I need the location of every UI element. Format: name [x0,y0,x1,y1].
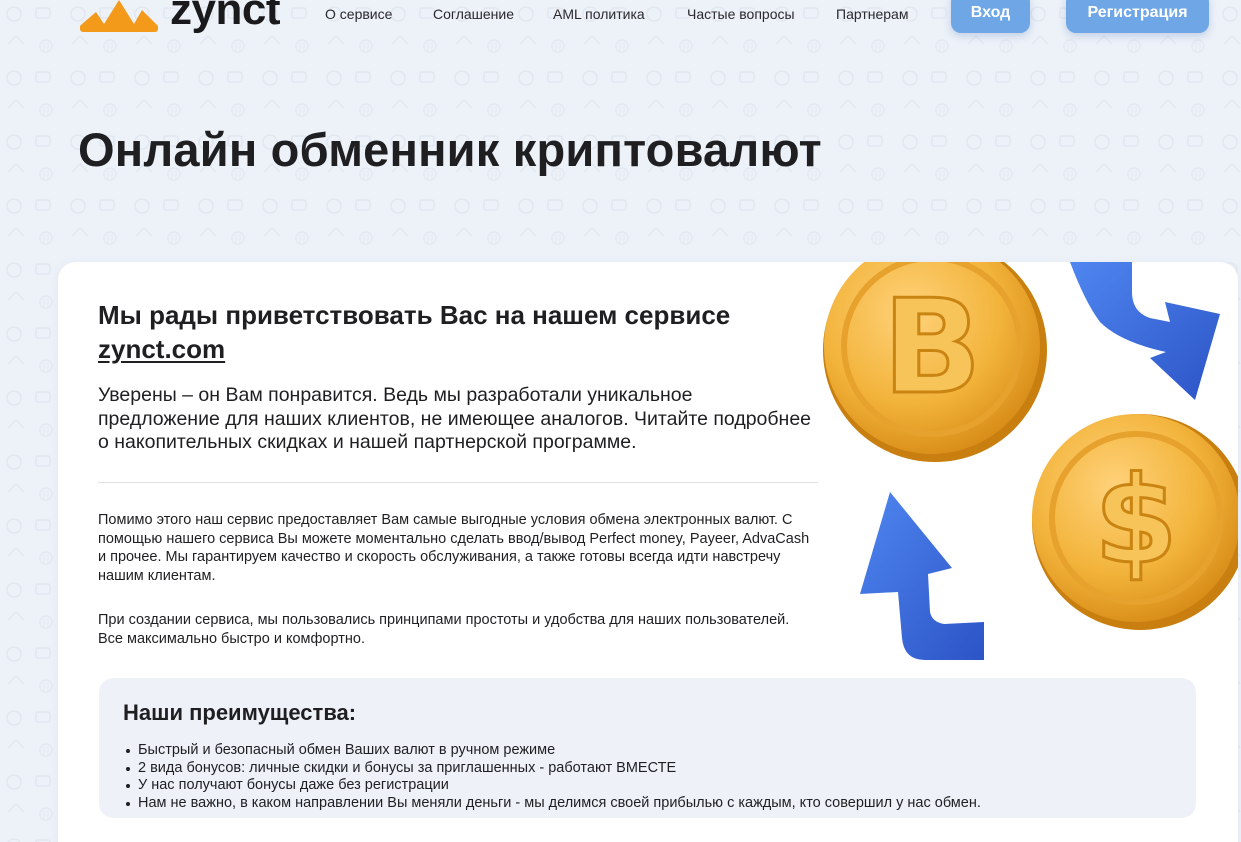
logo-icon [80,0,158,32]
nav-faq[interactable]: Частые вопросы [687,6,795,22]
list-item: Нам не важно, в каком направлении Вы мен… [122,795,1182,813]
logo[interactable]: zynct [78,0,288,42]
welcome-text: Мы рады приветствовать Вас на нашем серв… [98,300,731,330]
logo-text: zynct [170,0,280,34]
page-title: Онлайн обменник криптовалют [78,123,822,176]
nav-aml-policy[interactable]: AML политика [553,6,645,22]
advantages-list: Быстрый и безопасный обмен Ваших валют в… [122,742,1182,812]
list-item: У нас получают бонусы даже без регистрац… [122,777,1182,795]
nav-partners[interactable]: Партнерам [836,6,908,22]
lead-paragraph: Уверены – он Вам понравится. Ведь мы раз… [98,384,812,453]
bitcoin-coin-icon: B [823,262,1047,462]
divider [98,482,818,483]
arrow-up-icon [860,492,984,660]
nav-agreement[interactable]: Соглашение [433,6,514,22]
nav-about[interactable]: О сервисе [325,6,392,22]
login-button[interactable]: Вход [951,0,1030,33]
site-link[interactable]: zynct.com [98,334,225,364]
register-button[interactable]: Регистрация [1066,0,1209,33]
svg-text:$: $ [1094,452,1178,591]
paragraph-services: Помимо этого наш сервис предоставляет Ва… [98,512,810,584]
site-header: zynct О сервисе Соглашение AML политика … [0,0,1241,52]
crypto-illustration: B $ [823,262,1238,660]
list-item: Быстрый и безопасный обмен Ваших валют в… [122,742,1182,760]
dollar-coin-icon: $ [1032,414,1238,630]
welcome-heading: Мы рады приветствовать Вас на нашем серв… [98,298,818,366]
advantages-title: Наши преимущества: [123,700,357,725]
list-item: 2 вида бонусов: личные скидки и бонусы з… [122,760,1182,778]
svg-text:B: B [882,271,981,423]
paragraph-principles: При создании сервиса, мы пользовались пр… [98,612,790,647]
arrow-down-icon [1070,262,1220,400]
